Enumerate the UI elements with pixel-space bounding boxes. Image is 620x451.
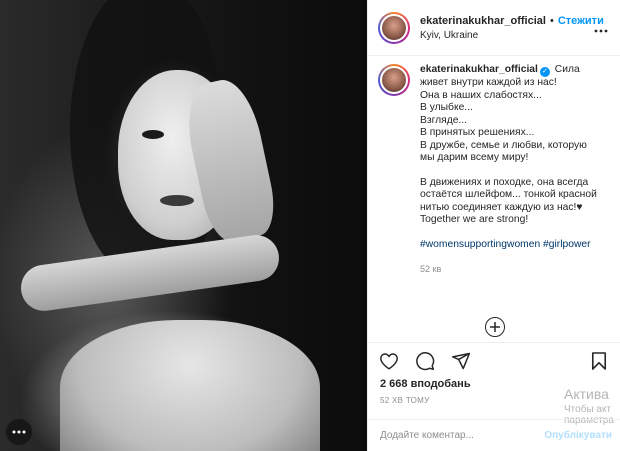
action-bar [368,342,620,378]
publish-button[interactable]: Опублікувати [544,430,612,441]
caption-line: В движениях и походке, она всегда [420,176,589,188]
avatar[interactable] [378,11,410,44]
caption-username[interactable]: ekaterinakukhar_official [420,64,538,75]
photo-lips [160,195,194,206]
verified-badge-icon: ✓ [539,67,550,77]
caption-time: 52 кв [420,264,442,274]
caption-first-word: Сила [554,64,580,75]
share-icon[interactable] [450,350,472,372]
comment-bar: Опублікувати [368,419,620,451]
watermark-line: Чтобы акт [564,404,612,415]
caption-line: мы дарим всему миру! [420,152,529,163]
comment-icon[interactable] [414,350,436,372]
post-header: ekaterinakukhar_official • Стежити Kyiv,… [368,0,620,56]
post-photo[interactable] [0,0,367,451]
header-separator: • [549,14,554,27]
caption-line: остаётся шлейфом... тонкой красной [420,189,597,200]
comment-input[interactable] [380,430,545,441]
caption-line: Together we are strong! [420,214,529,225]
caption-line: Взгляде... [420,114,468,126]
caption-avatar[interactable] [378,64,410,96]
photo-eye-left [142,130,164,139]
caption-line: нитью соединяет каждую из нас!♥ [420,201,583,213]
load-more-comments-button[interactable] [485,317,505,337]
caption-text: ekaterinakukhar_official ✓ Сила живет вну… [420,64,597,276]
plus-icon [490,322,500,332]
location-link[interactable]: Kyiv, Ukraine [420,30,594,41]
heart-icon[interactable] [378,350,400,372]
caption: ekaterinakukhar_official ✓ Сила живет вну… [378,64,612,314]
watermark-line: Актива [564,386,609,402]
more-icon[interactable] [594,20,608,36]
caption-line: В принятых решениях... [420,127,535,138]
hashtags[interactable]: #womensupportingwomen #girlpower [420,239,597,252]
header-username[interactable]: ekaterinakukhar_official [420,15,546,27]
caption-line: В улыбке... [420,102,473,113]
caption-line: Она в наших слабостях... [420,89,542,101]
photo-bust [60,320,320,451]
caption-line: живет внутри каждой из нас! [420,77,557,88]
accessibility-dots-icon[interactable] [6,419,32,445]
post-sidebar: ekaterinakukhar_official • Стежити Kyiv,… [367,0,620,451]
bookmark-icon[interactable] [588,350,610,372]
posted-time: 52 ХВ ТОМУ [380,396,430,405]
caption-line: В дружбе, семье и любви, которую [420,139,587,151]
likes-count[interactable]: 2 668 вподобань [380,378,471,390]
header-meta: ekaterinakukhar_official • Стежити Kyiv,… [420,14,604,41]
